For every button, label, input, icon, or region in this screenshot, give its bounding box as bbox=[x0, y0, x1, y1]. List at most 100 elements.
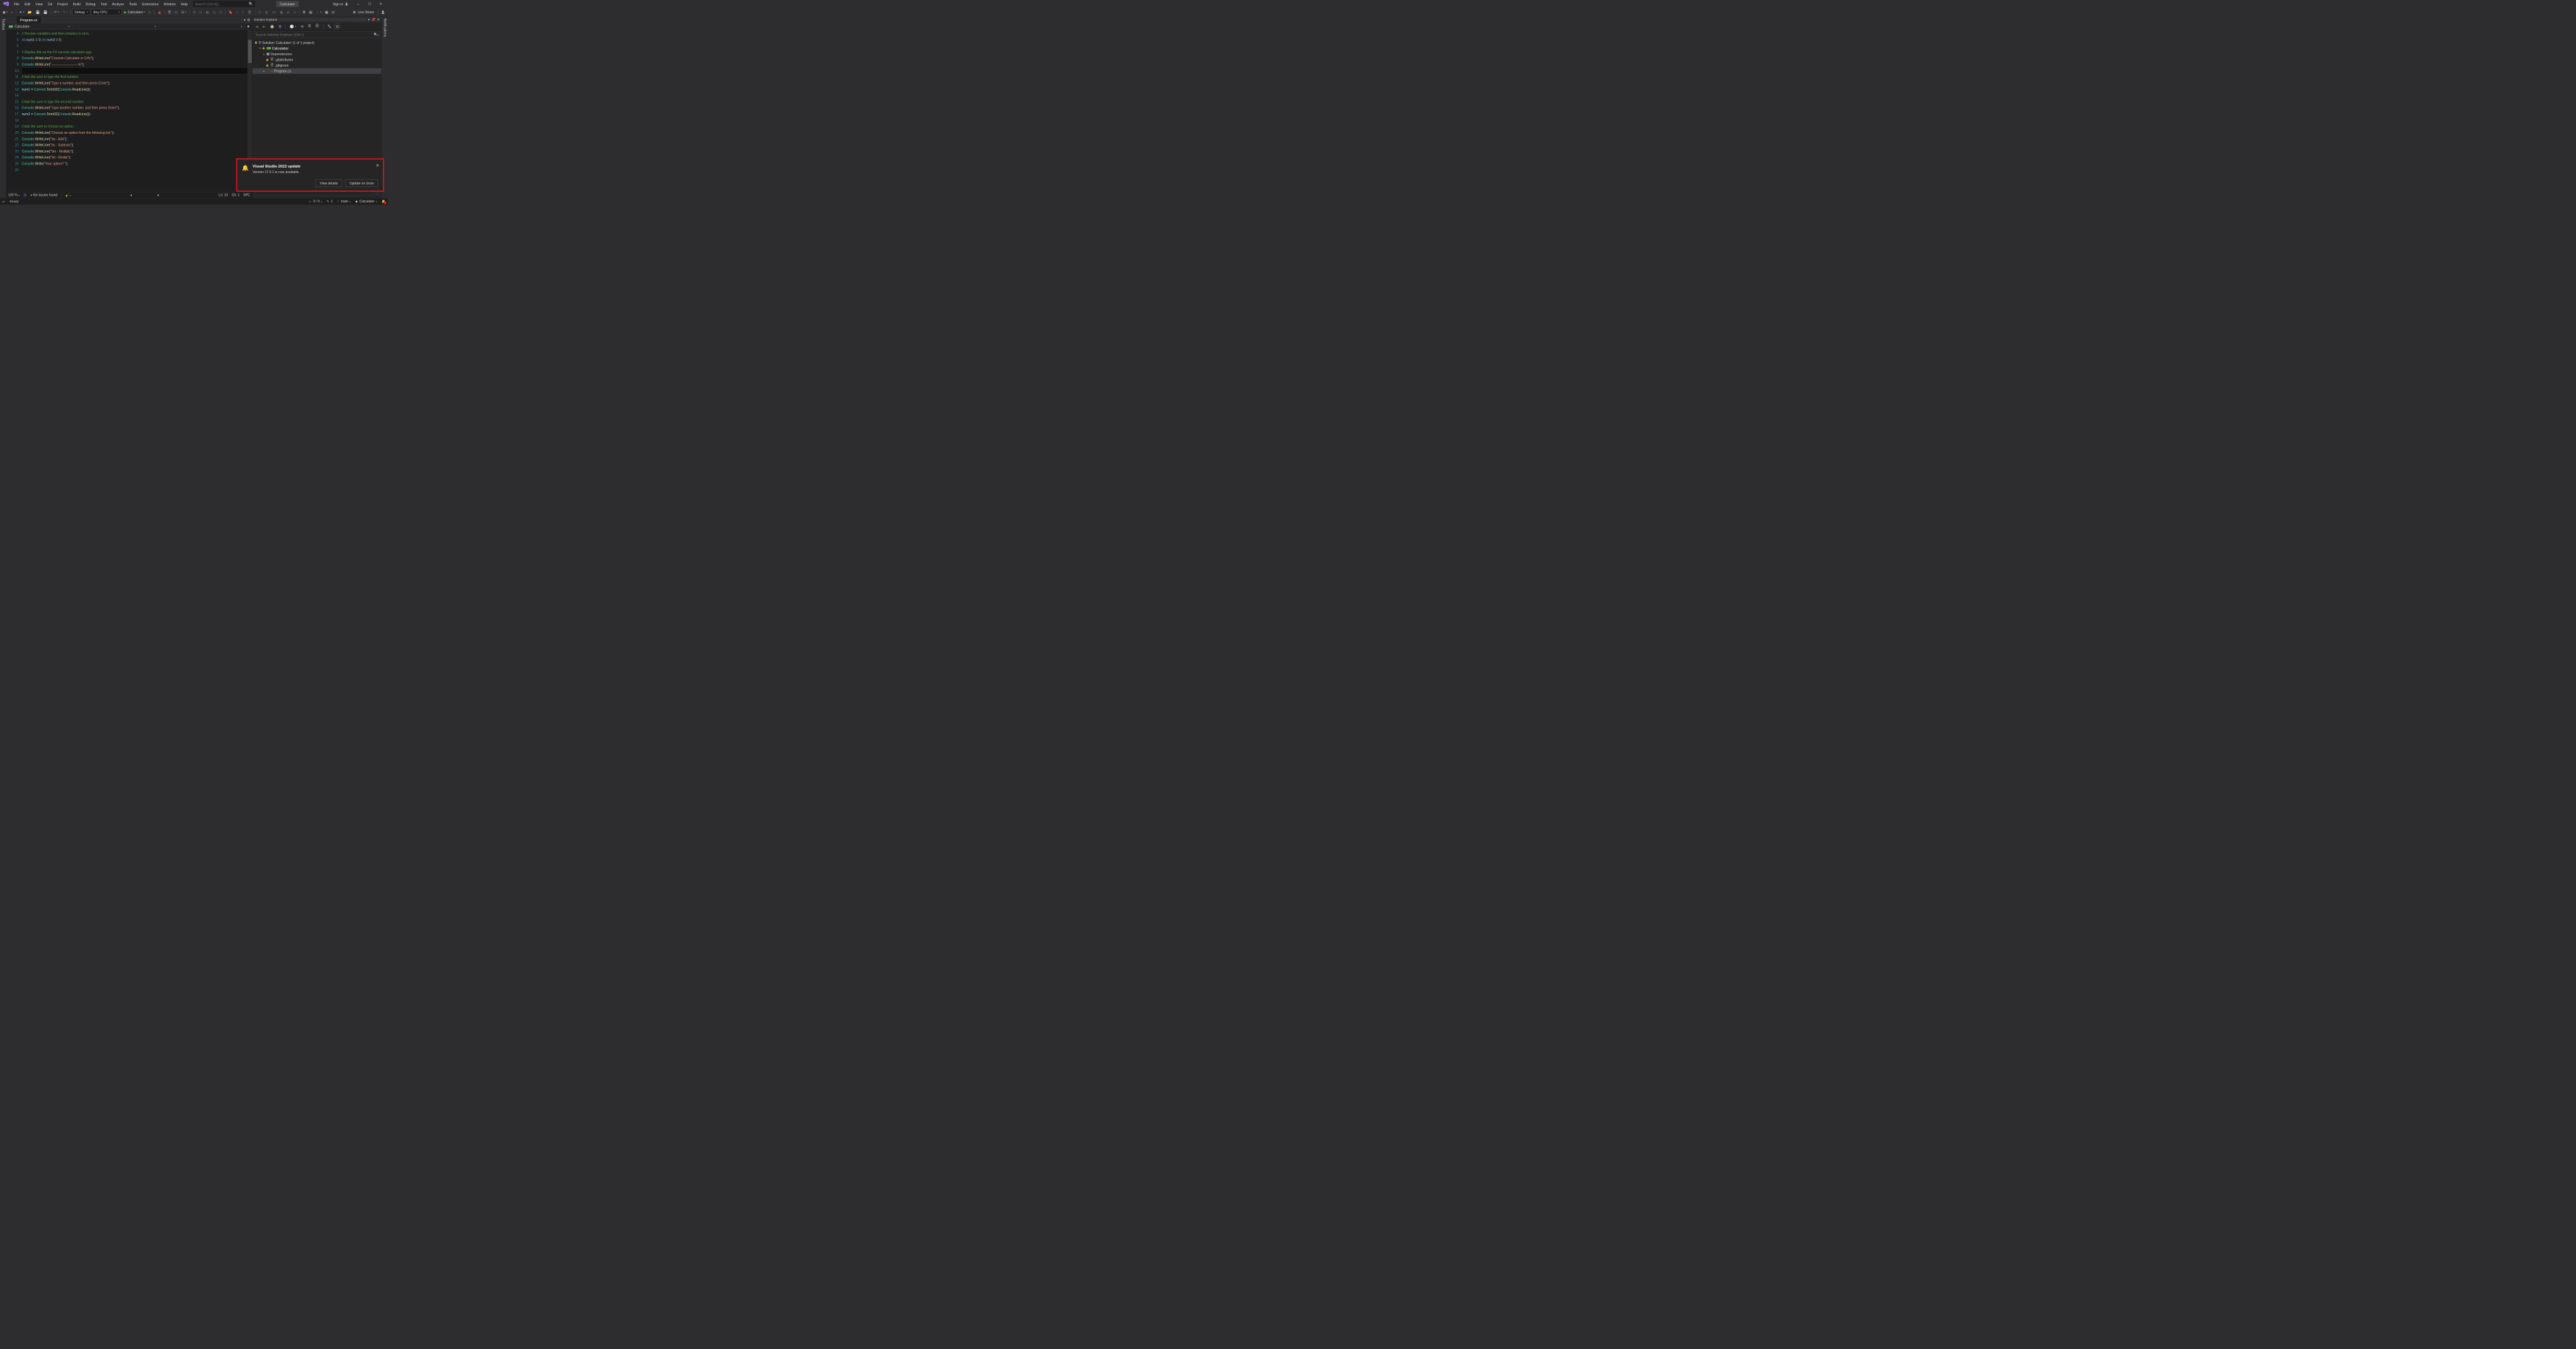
tb-icon-13[interactable]: ▥ bbox=[263, 9, 269, 15]
bookmark-icon[interactable]: 🔖 bbox=[227, 9, 234, 15]
menu-build[interactable]: Build bbox=[71, 1, 83, 7]
panel-menu-icon[interactable]: ▾ bbox=[368, 17, 370, 21]
redo-button[interactable]: ↷▾ bbox=[61, 9, 69, 15]
platform-combo[interactable]: Any CPU▾ bbox=[91, 9, 123, 15]
panel-close-icon[interactable]: ✕ bbox=[377, 17, 380, 21]
git-pending-status[interactable]: ✎ 1 bbox=[327, 200, 333, 204]
tb-icon-17[interactable]: ≣ bbox=[301, 9, 307, 15]
panel-pin-icon[interactable]: 📌 bbox=[372, 17, 376, 21]
view-details-button[interactable]: View details bbox=[316, 180, 342, 187]
tree-file-gitignore[interactable]: 🔒 🗎 .gitignore bbox=[252, 63, 382, 69]
project-status[interactable]: ◆ Calculator ▴ bbox=[356, 200, 378, 204]
notification-close-button[interactable]: ✕ bbox=[376, 163, 379, 168]
tb-icon-11[interactable]: 🗑 bbox=[246, 9, 253, 15]
expand-icon[interactable]: ▸ bbox=[263, 53, 266, 55]
sln-sync-icon[interactable]: ⟲ bbox=[299, 23, 305, 29]
tb-icon-14[interactable]: ▦ bbox=[278, 9, 284, 15]
tree-file-programcs[interactable]: ▸ ✔ C# Program.cs bbox=[252, 68, 382, 74]
intellicode-icon[interactable]: ⦿ bbox=[23, 192, 27, 197]
hscroll-left-icon[interactable]: ◂ bbox=[130, 193, 132, 197]
document-tab[interactable]: Program.cs bbox=[17, 17, 41, 23]
menu-analyze[interactable]: Analyze bbox=[109, 1, 127, 7]
tb-icon-8[interactable]: ⊡ bbox=[218, 9, 224, 15]
menu-view[interactable]: View bbox=[33, 1, 45, 7]
menu-edit[interactable]: Edit bbox=[22, 1, 33, 7]
tree-solution-root[interactable]: 🔒 ⧉ Solution 'Calculator' (1 of 1 projec… bbox=[252, 40, 382, 46]
browser-link-icon[interactable]: ⎘ bbox=[166, 9, 172, 15]
search-input[interactable] bbox=[195, 2, 249, 6]
hscroll-right-icon[interactable]: ▸ bbox=[158, 193, 160, 197]
close-button[interactable]: ✕ bbox=[375, 0, 386, 8]
sln-pending-icon[interactable]: 🕓▾ bbox=[288, 23, 298, 29]
nav-split-button[interactable]: ✚ bbox=[245, 24, 252, 29]
menu-window[interactable]: Window bbox=[161, 1, 178, 7]
issues-indicator[interactable]: ● No issues found bbox=[31, 193, 58, 197]
code-editor[interactable]: 4567891011121314151617181920212223242526… bbox=[6, 30, 252, 192]
git-sync-status[interactable]: ↑↓ 3 / 0 ▴ bbox=[308, 200, 322, 204]
maximize-button[interactable]: ☐ bbox=[364, 0, 375, 8]
open-button[interactable]: 📂 bbox=[27, 9, 34, 15]
global-search[interactable]: 🔍 bbox=[193, 1, 255, 7]
tb-icon-16[interactable]: ☷ bbox=[292, 9, 298, 15]
tb-icon-18[interactable]: ▤ bbox=[308, 9, 314, 15]
cleanup-icon[interactable]: 🧹▾ bbox=[65, 193, 71, 197]
tb-icon-19[interactable]: ⋮▾ bbox=[314, 9, 323, 15]
solution-search-input[interactable] bbox=[254, 33, 372, 37]
undo-button[interactable]: ↶▾ bbox=[53, 9, 61, 15]
update-on-close-button[interactable]: Update on close bbox=[345, 180, 378, 187]
tb-icon-sql[interactable]: SQL bbox=[270, 10, 278, 15]
menu-project[interactable]: Project bbox=[55, 1, 70, 7]
start-nodebug-button[interactable]: ▷ bbox=[147, 9, 153, 15]
menu-tools[interactable]: Tools bbox=[127, 1, 140, 7]
sln-back-icon[interactable]: ◀ bbox=[254, 23, 260, 29]
tree-file-gitattributes[interactable]: 🔒 🗎 .gitattributes bbox=[252, 57, 382, 63]
branch-status[interactable]: ᚶ main ▴ bbox=[338, 200, 351, 204]
tab-dropdown-icon[interactable]: ▾ bbox=[244, 18, 246, 22]
tb-icon-7[interactable]: ◫ bbox=[211, 9, 217, 15]
zoom-level[interactable]: 100 % ▾ bbox=[8, 193, 19, 197]
tb-icon-20[interactable]: ▦ bbox=[324, 9, 330, 15]
live-share-button[interactable]: Live Share bbox=[350, 9, 376, 15]
nav-fwd-button[interactable]: ▸ bbox=[9, 9, 14, 15]
sln-showall-icon[interactable]: 🗎 bbox=[306, 23, 312, 31]
tb-icon-6[interactable]: ▦ bbox=[204, 9, 210, 15]
sln-switch-icon[interactable]: ⧉ bbox=[277, 23, 282, 29]
new-item-button[interactable]: ✦▾ bbox=[18, 9, 26, 15]
start-debug-button[interactable]: ▶Calculator▾ bbox=[123, 9, 147, 15]
nav-class-combo[interactable]: ▾ bbox=[73, 24, 158, 29]
tb-icon-4[interactable]: ⊞ bbox=[191, 9, 197, 15]
menu-file[interactable]: File bbox=[11, 1, 22, 7]
expand-icon[interactable]: ▸ bbox=[263, 70, 266, 73]
sln-preview-icon[interactable]: ⊟ bbox=[335, 24, 340, 30]
sln-properties-icon[interactable]: 🔧 bbox=[326, 23, 333, 29]
menu-extensions[interactable]: Extensions bbox=[140, 1, 161, 7]
config-combo[interactable]: Debug▾ bbox=[73, 9, 91, 15]
menu-git[interactable]: Git bbox=[45, 1, 55, 7]
minimize-button[interactable]: ─ bbox=[352, 0, 364, 8]
menu-test[interactable]: Test bbox=[98, 1, 109, 7]
tb-icon-12[interactable]: ☷ bbox=[256, 9, 262, 15]
sln-home-icon[interactable]: 🏠 bbox=[268, 23, 276, 29]
nav-back-button[interactable]: ◉▾ bbox=[1, 9, 9, 15]
hot-reload-button[interactable]: 🔥 bbox=[156, 9, 163, 15]
tb-icon-9[interactable]: < bbox=[235, 9, 240, 15]
sign-in-button[interactable]: Sign in bbox=[331, 2, 350, 6]
tab-settings-icon[interactable]: ⚙ bbox=[247, 18, 250, 22]
save-all-button[interactable]: 💾 bbox=[42, 9, 49, 15]
tb-icon-3[interactable]: ☷▾ bbox=[180, 9, 188, 15]
nav-project-combo[interactable]: C# Calculator▾ bbox=[7, 24, 71, 29]
tb-icon-2[interactable]: ▭ bbox=[173, 9, 179, 15]
tree-dependencies[interactable]: ▸ ▦ Dependencies bbox=[252, 51, 382, 57]
notifications-button[interactable]: 🔔 bbox=[382, 200, 386, 203]
sln-fwd-icon[interactable]: ▶ bbox=[261, 23, 267, 29]
indent-mode[interactable]: SPC bbox=[243, 193, 250, 197]
expand-icon[interactable]: ▾ bbox=[258, 47, 261, 49]
tb-icon-15[interactable]: ⊞ bbox=[285, 9, 291, 15]
menu-help[interactable]: Help bbox=[178, 1, 190, 7]
tb-icon-10[interactable]: > bbox=[240, 9, 246, 15]
solution-search[interactable]: 🔍▾ bbox=[253, 31, 380, 38]
nav-member-combo[interactable]: ▾ bbox=[159, 24, 244, 29]
save-button[interactable]: 💾 bbox=[34, 9, 41, 15]
sln-collapse-icon[interactable]: 🗐 bbox=[314, 23, 320, 31]
tb-icon-21[interactable]: ⊡ bbox=[330, 9, 336, 15]
